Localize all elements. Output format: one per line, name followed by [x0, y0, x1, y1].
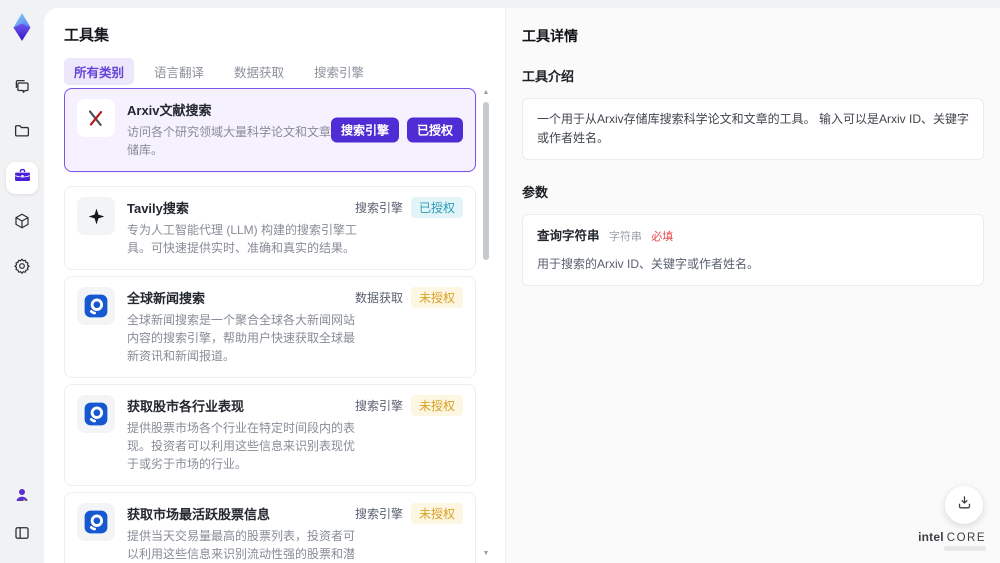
nav-files-button[interactable] — [6, 117, 38, 149]
cube-icon — [13, 212, 31, 235]
left-sidebar — [0, 0, 44, 563]
brand-core: core — [946, 532, 986, 544]
tavily-logo-icon — [77, 197, 115, 235]
intro-text: 一个用于从Arxiv存储库搜索科学论文和文章的工具。 输入可以是Arxiv ID… — [537, 112, 970, 146]
tool-meta: 搜索引擎 已授权 — [355, 197, 463, 218]
param-header: 查询字符串 字符串 必填 — [537, 226, 969, 247]
param-type: 字符串 — [608, 231, 642, 244]
category-tab-label: 语言翻译 — [154, 66, 205, 80]
tool-text: Tavily搜索 专为人工智能代理 (LLM) 构建的搜索引擎工具。可快速提供实… — [127, 198, 363, 257]
tool-description: 提供当天交易量最高的股票列表，投资者可以利用这些信息来识别流动性强的股票和潜在的… — [127, 529, 356, 561]
tool-list-panel: 工具集 所有类别 语言翻译 数据获取 搜索引擎 Arxiv文献搜索 访问各个研究… — [44, 8, 505, 563]
tool-card[interactable]: 全球新闻搜索 全球新闻搜索是一个聚合全球各大新闻网站内容的搜索引擎，帮助用户快速… — [64, 276, 476, 378]
gear-icon — [13, 257, 31, 280]
tool-title: 获取股市各行业表现 — [127, 399, 245, 414]
tool-description: 全球新闻搜索是一个聚合全球各大新闻网站内容的搜索引擎，帮助用户快速获取全球最新资… — [127, 313, 356, 363]
category-tag: 数据获取 — [354, 291, 403, 305]
folder-icon — [13, 122, 31, 145]
tool-card[interactable]: 获取市场最活跃股票信息 提供当天交易量最高的股票列表，投资者可以利用这些信息来识… — [64, 492, 476, 563]
arxiv-logo-icon — [77, 99, 115, 137]
list-scrollbar[interactable]: ▲ ▼ — [481, 88, 491, 559]
tools-app: 工具集 所有类别 语言翻译 数据获取 搜索引擎 Arxiv文献搜索 访问各个研究… — [0, 0, 1000, 563]
nav-tools-button[interactable] — [6, 162, 38, 194]
tool-list: Arxiv文献搜索 访问各个研究领域大量科学论文和文章的存储库。 搜索引擎 已授… — [64, 88, 478, 563]
category-tab-label: 所有类别 — [74, 66, 125, 80]
main-content: 工具集 所有类别 语言翻译 数据获取 搜索引擎 Arxiv文献搜索 访问各个研究… — [44, 8, 1000, 563]
global-search-logo-icon — [77, 395, 115, 433]
tool-meta: 数据获取 未授权 — [355, 287, 463, 308]
category-tag: 搜索引擎 — [354, 201, 403, 215]
tool-text: 全球新闻搜索 全球新闻搜索是一个聚合全球各大新闻网站内容的搜索引擎，帮助用户快速… — [127, 288, 363, 365]
tool-card[interactable]: 获取股市各行业表现 提供股票市场各个行业在特定时间段内的表现。投资者可以利用这些… — [64, 384, 476, 486]
tool-card[interactable]: Tavily搜索 专为人工智能代理 (LLM) 构建的搜索引擎工具。可快速提供实… — [64, 186, 476, 270]
chat-icon — [13, 77, 31, 100]
tool-card[interactable]: Arxiv文献搜索 访问各个研究领域大量科学论文和文章的存储库。 搜索引擎 已授… — [64, 88, 476, 172]
tool-title: Tavily搜索 — [127, 201, 189, 216]
intro-heading: 工具介绍 — [522, 69, 575, 84]
auth-badge: 未授权 — [410, 287, 463, 308]
category-tab[interactable]: 数据获取 — [224, 58, 294, 85]
user-avatar-button[interactable] — [6, 481, 38, 513]
tool-description: 专为人工智能代理 (LLM) 构建的搜索引擎工具。可快速提供实时、准确和真实的结… — [127, 223, 358, 255]
tool-meta: 搜索引擎 未授权 — [355, 503, 463, 524]
tool-title: 获取市场最活跃股票信息 — [127, 507, 271, 522]
params-heading: 参数 — [522, 185, 549, 201]
download-button[interactable] — [945, 486, 983, 524]
app-logo-icon — [9, 12, 35, 42]
category-tag: 搜索引擎 — [354, 507, 403, 521]
tool-description: 访问各个研究领域大量科学论文和文章的存储库。 — [127, 125, 356, 157]
detail-title: 工具详情 — [522, 28, 578, 44]
param-required-badge: 必填 — [651, 231, 674, 244]
briefcase-icon — [13, 166, 32, 190]
auth-badge: 已授权 — [410, 197, 463, 218]
download-icon — [956, 494, 973, 516]
tool-meta: 搜索引擎 未授权 — [355, 395, 463, 416]
scrollbar-up-arrow[interactable]: ▲ — [481, 88, 491, 98]
category-tab[interactable]: 搜索引擎 — [304, 58, 374, 85]
nav-chat-button[interactable] — [6, 72, 38, 104]
avatar-icon — [13, 486, 31, 509]
auth-badge: 未授权 — [410, 395, 463, 416]
category-tabs: 所有类别 语言翻译 数据获取 搜索引擎 — [64, 58, 374, 85]
tool-title: Arxiv文献搜索 — [127, 103, 212, 118]
param-name: 查询字符串 — [537, 229, 600, 244]
param-box: 查询字符串 字符串 必填 用于搜索的Arxiv ID、关键字或作者姓名。 — [522, 214, 984, 287]
intel-core-logo: intel core — [918, 530, 986, 551]
auth-badge: 已授权 — [406, 117, 463, 143]
category-tag: 搜索引擎 — [354, 399, 403, 413]
tool-text: Arxiv文献搜索 访问各个研究领域大量科学论文和文章的存储库。 — [127, 100, 363, 159]
category-tab-label: 数据获取 — [234, 66, 285, 80]
collapse-panel-button[interactable] — [6, 519, 38, 551]
auth-badge: 未授权 — [410, 503, 463, 524]
brand-intel: intel — [918, 530, 944, 544]
tool-text: 获取股市各行业表现 提供股票市场各个行业在特定时间段内的表现。投资者可以利用这些… — [127, 396, 363, 473]
tool-meta: 搜索引擎 已授权 — [330, 117, 463, 143]
category-tab-label: 搜索引擎 — [314, 66, 365, 80]
tool-detail-panel: 工具详情 工具介绍 一个用于从Arxiv存储库搜索科学论文和文章的工具。 输入可… — [505, 8, 1000, 563]
tool-text: 获取市场最活跃股票信息 提供当天交易量最高的股票列表，投资者可以利用这些信息来识… — [127, 504, 363, 563]
panel-toggle-icon — [13, 524, 31, 547]
scrollbar-thumb[interactable] — [483, 102, 489, 260]
category-tag: 搜索引擎 — [330, 117, 399, 143]
nav-settings-button[interactable] — [6, 252, 38, 284]
global-search-logo-icon — [77, 503, 115, 541]
tool-title: 全球新闻搜索 — [127, 291, 206, 306]
tool-description: 提供股票市场各个行业在特定时间段内的表现。投资者可以利用这些信息来识别表现优于或… — [127, 421, 356, 471]
global-search-logo-icon — [77, 287, 115, 325]
category-tab[interactable]: 语言翻译 — [144, 58, 214, 85]
category-tab[interactable]: 所有类别 — [64, 58, 135, 85]
page-title: 工具集 — [64, 27, 110, 44]
param-description: 用于搜索的Arxiv ID、关键字或作者姓名。 — [537, 256, 760, 271]
intro-box: 一个用于从Arxiv存储库搜索科学论文和文章的工具。 输入可以是Arxiv ID… — [522, 98, 984, 161]
scrollbar-down-arrow[interactable]: ▼ — [481, 549, 491, 559]
brand-sub-mark — [944, 546, 986, 551]
nav-packages-button[interactable] — [6, 207, 38, 239]
